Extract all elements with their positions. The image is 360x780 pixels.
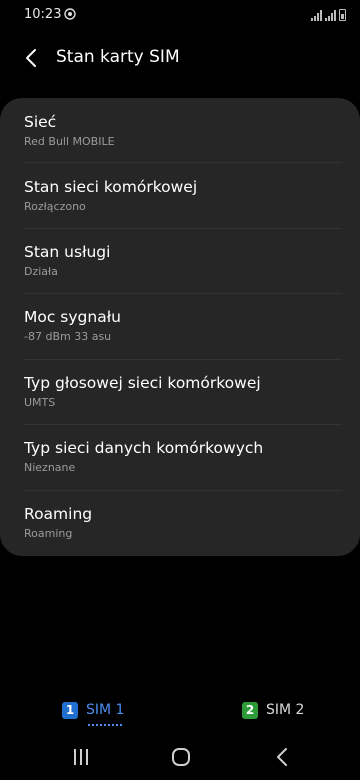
item-value: Red Bull MOBILE [24, 135, 115, 148]
list-item-data-network-type[interactable]: Typ sieci danych komórkowych Nieznane [24, 425, 342, 490]
item-value: Nieznane [24, 461, 76, 474]
tab-selected-indicator [88, 724, 122, 726]
item-value: Działa [24, 265, 58, 278]
page-title: Stan karty SIM [56, 47, 180, 67]
list-item-network[interactable]: Sieć Red Bull MOBILE [24, 98, 342, 163]
list-item-voice-network-type[interactable]: Typ głosowej sieci komórkowej UMTS [24, 360, 342, 425]
item-title: Moc sygnału [24, 308, 121, 326]
item-title: Stan sieci komórkowej [24, 178, 198, 196]
tab-label: SIM 1 [86, 702, 125, 718]
recent-apps-icon[interactable] [68, 744, 94, 770]
notification-icon [64, 8, 76, 20]
tab-sim-2[interactable]: 2 SIM 2 [242, 698, 304, 722]
item-title: Typ sieci danych komórkowych [24, 439, 264, 457]
signal-2-icon [325, 10, 336, 21]
signal-icon [311, 10, 322, 21]
item-value: -87 dBm 33 asu [24, 330, 112, 343]
navigation-bar [0, 734, 360, 780]
status-time: 10:23 [24, 7, 62, 22]
app-header: Stan karty SIM [0, 30, 360, 86]
sim-tab-bar: 1 SIM 1 2 SIM 2 [0, 690, 360, 730]
home-icon[interactable] [168, 744, 194, 770]
status-indicators [311, 9, 346, 21]
item-title: Roaming [24, 505, 93, 523]
sim-1-badge-icon: 1 [62, 701, 78, 719]
item-title: Sieć [24, 113, 57, 131]
battery-icon [339, 9, 346, 21]
list-item-service-state[interactable]: Stan usługi Działa [24, 229, 342, 294]
tab-sim-1[interactable]: 1 SIM 1 [62, 698, 125, 726]
tab-label: SIM 2 [266, 702, 305, 718]
item-value: UMTS [24, 396, 56, 409]
status-bar: 10:23 [0, 0, 360, 30]
list-item-roaming[interactable]: Roaming Roaming [24, 491, 342, 556]
back-arrow-icon[interactable] [18, 44, 46, 72]
sim-2-badge-icon: 2 [242, 701, 258, 719]
list-item-mobile-network-state[interactable]: Stan sieci komórkowej Rozłączono [24, 163, 342, 228]
item-title: Typ głosowej sieci komórkowej [24, 374, 261, 392]
item-value: Roaming [24, 527, 73, 540]
sim-status-card: Sieć Red Bull MOBILE Stan sieci komórkow… [0, 98, 360, 556]
item-value: Rozłączono [24, 200, 86, 213]
item-title: Stan usługi [24, 243, 111, 261]
list-item-signal-strength[interactable]: Moc sygnału -87 dBm 33 asu [24, 294, 342, 359]
nav-back-icon[interactable] [270, 744, 296, 770]
